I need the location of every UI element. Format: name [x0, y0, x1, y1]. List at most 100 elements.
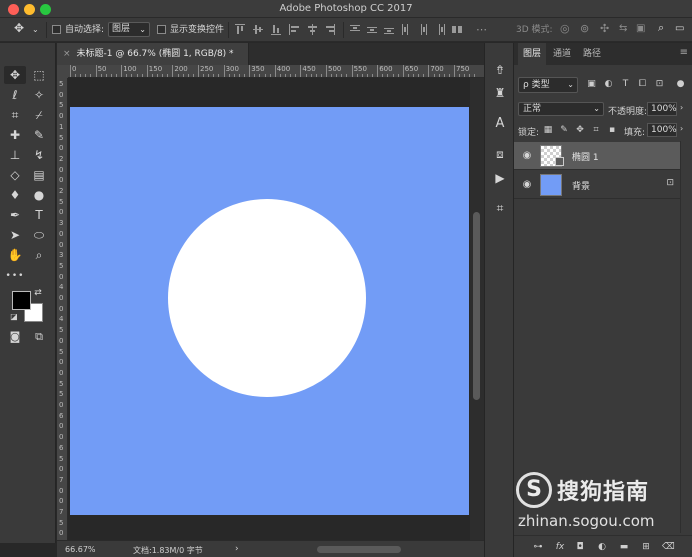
vertical-scrollbar-thumb[interactable] — [473, 212, 480, 400]
filter-toggle-icon[interactable]: ● — [675, 79, 686, 90]
layers-scrollbar[interactable] — [680, 141, 692, 533]
marquee-tool-icon[interactable]: ⬚ — [28, 66, 50, 84]
new-layer-icon[interactable]: ⊞ — [640, 541, 652, 553]
eraser-tool-icon[interactable]: ◇ — [4, 166, 26, 184]
fill-input[interactable]: 100% — [647, 123, 677, 137]
show-transform-checkbox[interactable] — [157, 25, 166, 34]
align-bottom-icon[interactable] — [271, 24, 281, 35]
filter-smart-object-icon[interactable]: ⊡ — [654, 79, 665, 90]
distribute-hcenter-icon[interactable] — [418, 24, 428, 35]
properties-panel-icon[interactable]: ♜ — [493, 86, 507, 100]
pen-tool-icon[interactable]: ✒ — [4, 206, 26, 224]
tab-paths[interactable]: 路径 — [578, 43, 606, 65]
path-selection-tool-icon[interactable]: ➤ — [4, 226, 26, 244]
align-right-icon[interactable] — [325, 24, 335, 35]
eyedropper-tool-icon[interactable]: ⌿ — [28, 106, 50, 124]
move-tool-icon[interactable]: ✥ — [14, 21, 24, 35]
link-icon[interactable]: ⊶ — [532, 541, 544, 553]
align-hcenter-icon[interactable] — [307, 24, 317, 35]
lasso-tool-icon[interactable]: ℓ — [4, 86, 26, 104]
adjustment-icon[interactable]: ◐ — [596, 541, 608, 553]
status-menu-arrow-icon[interactable]: › — [235, 544, 239, 554]
filter-type-icon[interactable]: T — [620, 79, 631, 90]
vertical-scrollbar[interactable] — [470, 78, 484, 540]
blur-tool-icon[interactable]: ♦ — [4, 186, 26, 204]
character-panel-icon[interactable]: A — [493, 117, 507, 131]
document-workspace[interactable] — [68, 78, 470, 540]
3d-roll-icon[interactable]: ⊚ — [580, 22, 589, 36]
filter-shape-icon[interactable]: ⧠ — [637, 79, 648, 90]
auto-select-checkbox[interactable] — [52, 25, 61, 34]
blend-mode-dropdown[interactable]: 正常 ⌄ — [518, 102, 604, 116]
vertical-ruler[interactable]: 5050150200250300350400450500550600650700… — [57, 78, 68, 540]
folder-icon[interactable]: ▬ — [618, 541, 630, 553]
clone-stamp-tool-icon[interactable]: ⊥ — [4, 146, 26, 164]
screen-mode-icon[interactable]: ⧉ — [28, 328, 50, 346]
edit-toolbar-icon[interactable]: ••• — [4, 267, 26, 285]
mask-icon[interactable]: ◘ — [574, 541, 586, 553]
horizontal-scrollbar-thumb[interactable] — [317, 546, 401, 553]
opacity-chevron-icon[interactable]: › — [680, 103, 683, 112]
gradient-tool-icon[interactable]: ▤ — [28, 166, 50, 184]
align-top-icon[interactable] — [235, 24, 245, 35]
dodge-tool-icon[interactable]: ● — [28, 186, 50, 204]
type-tool-icon[interactable]: T — [28, 206, 50, 224]
search-icon[interactable]: ⌕ — [658, 21, 664, 35]
visibility-eye-icon[interactable]: ◉ — [521, 179, 533, 191]
layer-thumbnail[interactable] — [540, 174, 562, 196]
3d-orbit-icon[interactable]: ◎ — [560, 22, 570, 36]
distribute-right-icon[interactable] — [435, 24, 445, 35]
auto-select-option[interactable]: 自动选择: — [52, 23, 104, 37]
magic-wand-tool-icon[interactable]: ✧ — [28, 86, 50, 104]
distribute-vcenter-icon[interactable] — [367, 24, 377, 35]
ellipse-tool-icon[interactable]: ⬭ — [28, 226, 50, 244]
fx-icon[interactable]: fx — [554, 541, 566, 553]
workspace-switcher-icon[interactable]: ▭ — [675, 22, 684, 36]
show-transform-option[interactable]: 显示变换控件 — [157, 23, 224, 37]
brush-tool-icon[interactable]: ✎ — [28, 126, 50, 144]
distribute-top-icon[interactable] — [350, 24, 360, 35]
align-left-icon[interactable] — [289, 24, 299, 35]
layer-row[interactable]: ◉ 椭圆 1 — [514, 142, 680, 170]
default-colors-icon[interactable]: ◪ — [8, 311, 20, 323]
3d-pan-icon[interactable]: ✣ — [600, 22, 609, 36]
layer-filter-dropdown[interactable]: ρ 类型 ⌄ — [518, 77, 578, 93]
filter-pixel-icon[interactable]: ▣ — [586, 79, 597, 90]
lock-transparent-icon[interactable]: ▦ — [543, 125, 553, 135]
visibility-eye-icon[interactable]: ◉ — [521, 150, 533, 162]
layer-lock-icon[interactable]: ⊡ — [666, 178, 674, 188]
canvas[interactable] — [70, 107, 469, 515]
close-tab-icon[interactable]: × — [63, 49, 71, 59]
3d-scale-icon[interactable]: ▣ — [636, 22, 645, 36]
document-tab[interactable]: × 未标题-1 @ 66.7% (椭圆 1, RGB/8) * — [57, 43, 249, 65]
tool-preset-chevron-icon[interactable]: ⌄ — [32, 23, 39, 37]
trash-icon[interactable]: ⌫ — [662, 541, 675, 553]
lock-position-icon[interactable]: ✥ — [575, 125, 585, 135]
zoom-tool-icon[interactable]: ⌕ — [28, 246, 50, 264]
swap-colors-icon[interactable]: ⇄ — [32, 287, 44, 299]
white-ellipse-shape[interactable] — [168, 199, 366, 397]
hand-tool-icon[interactable]: ✋ — [4, 246, 26, 264]
history-panel-icon[interactable]: ⇮ — [493, 63, 507, 77]
healing-brush-tool-icon[interactable]: ✚ — [4, 126, 26, 144]
horizontal-ruler[interactable]: 0 50 100 150 200 250 300 350 400 450 500 550 600 650 7… — [68, 65, 484, 78]
distribute-bottom-icon[interactable] — [384, 24, 394, 35]
lock-all-icon[interactable]: ▪ — [607, 125, 617, 135]
foreground-color-swatch[interactable] — [12, 291, 31, 310]
opacity-input[interactable]: 100% — [647, 102, 677, 116]
zoom-level[interactable]: 66.67% — [65, 545, 96, 554]
panel-menu-icon[interactable]: ≡ — [680, 47, 688, 58]
fill-chevron-icon[interactable]: › — [680, 124, 683, 133]
tab-layers[interactable]: 图层 — [518, 43, 547, 65]
actions-panel-icon[interactable]: ▶ — [493, 171, 507, 185]
layer-row[interactable]: ◉ 背景 ⊡ — [514, 171, 680, 199]
align-vcenter-icon[interactable] — [253, 24, 263, 35]
distribute-left-icon[interactable] — [401, 24, 411, 35]
layer-name[interactable]: 背景 — [572, 179, 590, 192]
auto-align-icon[interactable] — [452, 24, 462, 35]
crop-panel-icon[interactable]: ⌗ — [493, 201, 507, 215]
filter-adjustment-icon[interactable]: ◐ — [603, 79, 614, 90]
tab-channels[interactable]: 通道 — [548, 43, 576, 65]
lock-artboard-icon[interactable]: ⌗ — [591, 125, 601, 135]
auto-select-target-dropdown[interactable]: 图层 ⌄ — [108, 22, 150, 37]
